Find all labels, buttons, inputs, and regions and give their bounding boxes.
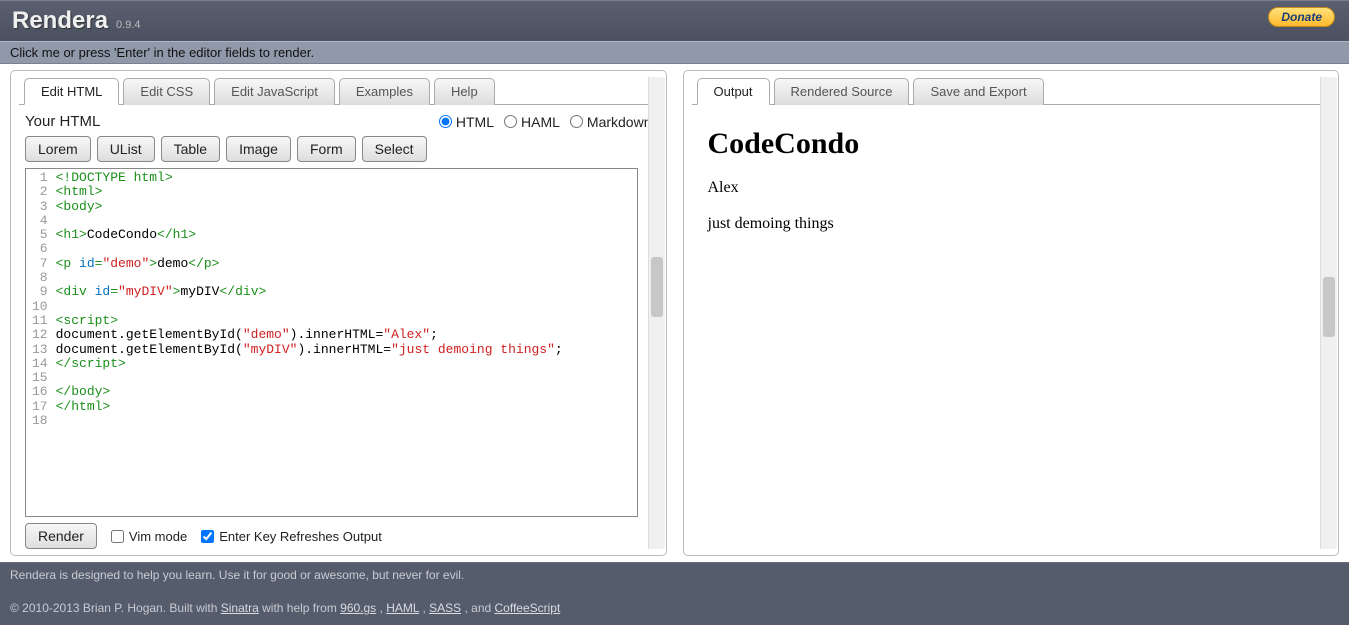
tab-edit-css[interactable]: Edit CSS xyxy=(123,78,210,105)
ulist-button[interactable]: UList xyxy=(97,136,155,162)
radio-input-haml[interactable] xyxy=(504,115,517,128)
tab-rendered-source[interactable]: Rendered Source xyxy=(774,78,910,105)
enter-refresh-toggle[interactable]: Enter Key Refreshes Output xyxy=(201,529,382,544)
code-area[interactable]: <!DOCTYPE html><html><body> <h1>CodeCond… xyxy=(52,169,567,430)
link-960gs[interactable]: 960.gs xyxy=(340,601,376,615)
form-button[interactable]: Form xyxy=(297,136,356,162)
editor-bottombar: Render Vim mode Enter Key Refreshes Outp… xyxy=(19,517,658,549)
tab-save-and-export[interactable]: Save and Export xyxy=(913,78,1043,105)
right-panel: OutputRendered SourceSave and Export Cod… xyxy=(683,70,1340,556)
tab-output[interactable]: Output xyxy=(697,78,770,105)
your-html-label: Your HTML xyxy=(25,113,100,130)
radio-input-markdown[interactable] xyxy=(570,115,583,128)
output-heading: CodeCondo xyxy=(708,127,1301,161)
vim-checkbox[interactable] xyxy=(111,530,124,543)
editor-header-row: Your HTML HTML HAML Markdown xyxy=(19,113,658,136)
app-header: Rendera 0.9.4 Donate xyxy=(0,0,1349,41)
tab-edit-html[interactable]: Edit HTML xyxy=(24,78,119,105)
output-frame: CodeCondo Alex just demoing things xyxy=(698,113,1311,549)
link-sass[interactable]: SASS xyxy=(429,601,461,615)
output-p1: Alex xyxy=(708,179,1301,197)
main-area: Edit HTMLEdit CSSEdit JavaScriptExamples… xyxy=(0,64,1349,562)
render-button[interactable]: Render xyxy=(25,523,97,549)
line-gutter: 123456789101112131415161718 xyxy=(26,169,52,430)
radio-html[interactable]: HTML xyxy=(439,114,494,130)
snippet-buttons: LoremUListTableImageFormSelect xyxy=(19,136,658,168)
footer-tagline: Rendera is designed to help you learn. U… xyxy=(0,562,1349,587)
image-button[interactable]: Image xyxy=(226,136,291,162)
format-radios: HTML HAML Markdown xyxy=(439,114,652,130)
enter-checkbox[interactable] xyxy=(201,530,214,543)
app-title: Rendera xyxy=(12,7,108,35)
tab-edit-javascript[interactable]: Edit JavaScript xyxy=(214,78,335,105)
link-sinatra[interactable]: Sinatra xyxy=(221,601,259,615)
html-editor[interactable]: 123456789101112131415161718 <!DOCTYPE ht… xyxy=(25,168,638,517)
left-scrollbar[interactable] xyxy=(648,77,665,549)
radio-haml[interactable]: HAML xyxy=(504,114,560,130)
lorem-button[interactable]: Lorem xyxy=(25,136,91,162)
right-scrollbar[interactable] xyxy=(1320,77,1337,549)
app-version: 0.9.4 xyxy=(116,19,140,31)
donate-button[interactable]: Donate xyxy=(1268,7,1335,27)
table-button[interactable]: Table xyxy=(161,136,220,162)
link-haml[interactable]: HAML xyxy=(386,601,419,615)
output-p2: just demoing things xyxy=(708,215,1301,233)
right-tabs: OutputRendered SourceSave and Export xyxy=(692,77,1331,105)
select-button[interactable]: Select xyxy=(362,136,427,162)
radio-input-html[interactable] xyxy=(439,115,452,128)
vim-mode-toggle[interactable]: Vim mode xyxy=(111,529,187,544)
hint-bar[interactable]: Click me or press 'Enter' in the editor … xyxy=(0,41,1349,64)
left-tabs: Edit HTMLEdit CSSEdit JavaScriptExamples… xyxy=(19,77,658,105)
left-panel: Edit HTMLEdit CSSEdit JavaScriptExamples… xyxy=(10,70,667,556)
scrollbar-thumb[interactable] xyxy=(651,257,663,317)
link-coffeescript[interactable]: CoffeeScript xyxy=(495,601,561,615)
radio-markdown[interactable]: Markdown xyxy=(570,114,652,130)
tab-help[interactable]: Help xyxy=(434,78,495,105)
footer-credits: © 2010-2013 Brian P. Hogan. Built with S… xyxy=(0,587,1349,625)
scrollbar-thumb[interactable] xyxy=(1323,277,1335,337)
tab-examples[interactable]: Examples xyxy=(339,78,430,105)
